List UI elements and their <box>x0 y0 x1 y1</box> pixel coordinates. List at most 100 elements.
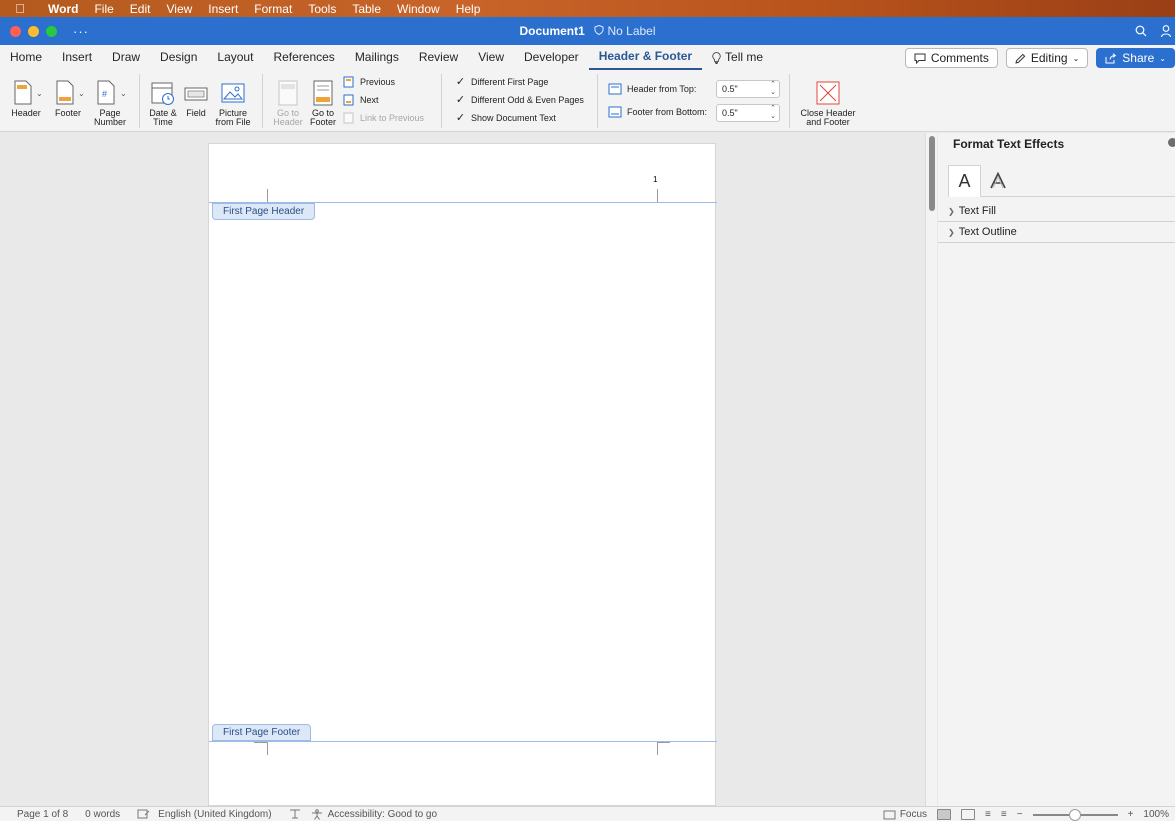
link-to-previous-button[interactable]: Link to Previous <box>343 112 424 124</box>
ribbon-header-footer: ⌄ Header ⌄ Footer # ⌄ Page Number Date & … <box>0 70 1175 132</box>
menu-table[interactable]: Table <box>344 2 389 16</box>
outline-view-icon[interactable]: ≡ <box>985 809 991 820</box>
focus-button[interactable]: Focus <box>883 809 927 820</box>
svg-text:#: # <box>102 89 107 99</box>
menu-window[interactable]: Window <box>389 2 448 16</box>
sensitivity-label[interactable]: No Label <box>594 24 656 38</box>
zoom-slider[interactable] <box>1032 808 1118 821</box>
date-time-button[interactable]: Date & Time <box>145 76 181 127</box>
comments-label: Comments <box>930 51 989 65</box>
menu-insert[interactable]: Insert <box>200 2 246 16</box>
tab-mailings[interactable]: Mailings <box>345 45 409 70</box>
close-header-footer-button[interactable]: Close Header and Footer <box>795 76 861 127</box>
footer-label: Footer <box>54 108 81 118</box>
go-to-header-button[interactable]: Go to Header <box>270 76 306 127</box>
minimize-window-button[interactable] <box>28 25 39 37</box>
menu-file[interactable]: File <box>86 2 121 16</box>
tell-me-search[interactable]: Tell me <box>702 45 773 70</box>
chevron-down-icon: ⌄ <box>1072 53 1080 63</box>
menu-format[interactable]: Format <box>246 2 300 16</box>
draft-view-icon[interactable]: ≡ <box>1001 809 1007 820</box>
text-outline-section[interactable]: ❯ Text Outline <box>938 222 1175 243</box>
tab-layout[interactable]: Layout <box>207 45 263 70</box>
tab-references[interactable]: References <box>263 45 344 70</box>
track-changes-icon[interactable] <box>272 809 301 819</box>
web-layout-view-button[interactable] <box>961 809 976 820</box>
crop-mark <box>254 742 267 743</box>
editing-mode-button[interactable]: Editing ⌄ <box>1005 48 1089 68</box>
document-name: Document1 <box>519 24 585 38</box>
footer-button[interactable]: ⌄ Footer <box>50 76 86 118</box>
apple-icon[interactable]:  <box>0 1 40 16</box>
search-icon[interactable] <box>1135 25 1147 37</box>
footer-from-bottom-input[interactable]: 0.5" ⌃ ⌄ <box>716 104 780 122</box>
field-icon <box>183 76 209 106</box>
menu-edit[interactable]: Edit <box>122 2 159 16</box>
zoom-in-button[interactable]: + <box>1128 809 1134 820</box>
tab-draw[interactable]: Draw <box>102 45 150 70</box>
page-number-button[interactable]: # ⌄ Page Number <box>90 76 130 127</box>
footer-from-bottom-row: Footer from Bottom: <box>608 106 707 118</box>
tab-review[interactable]: Review <box>409 45 468 70</box>
document-page[interactable]: 1 First Page Header First Page Footer <box>208 143 717 806</box>
zoom-out-button[interactable]: − <box>1017 809 1023 820</box>
proofing-icon[interactable] <box>120 809 150 819</box>
stepper-arrows-icon[interactable]: ⌃ ⌄ <box>770 81 776 97</box>
share-button[interactable]: Share ⌄ <box>1096 48 1175 68</box>
zoom-level[interactable]: 100% <box>1143 809 1169 820</box>
first-page-footer-tag: First Page Footer <box>212 724 312 741</box>
page-count[interactable]: Page 1 of 8 <box>0 809 68 820</box>
next-label: Next <box>360 95 379 105</box>
more-options-icon[interactable]: ··· <box>73 24 89 39</box>
text-fill-outline-tab[interactable]: A <box>948 165 981 197</box>
word-count[interactable]: 0 words <box>68 809 120 820</box>
stepper-arrows-icon[interactable]: ⌃ ⌄ <box>770 105 776 121</box>
next-button[interactable]: Next <box>343 94 379 106</box>
tab-view[interactable]: View <box>468 45 514 70</box>
pane-tabs: A <box>948 165 1175 197</box>
menu-view[interactable]: View <box>158 2 200 16</box>
accessibility-label: Accessibility: Good to go <box>327 808 438 820</box>
tab-design[interactable]: Design <box>150 45 207 70</box>
field-button[interactable]: Field <box>182 76 210 118</box>
previous-button[interactable]: Previous <box>343 76 395 88</box>
tab-home[interactable]: Home <box>0 45 52 70</box>
tab-header-footer[interactable]: Header & Footer <box>588 45 703 70</box>
next-section-icon <box>343 94 354 106</box>
show-document-text-checkbox[interactable]: ✓ Show Document Text <box>455 112 556 124</box>
tab-developer[interactable]: Developer <box>514 45 589 70</box>
header-button[interactable]: ⌄ Header <box>8 76 44 118</box>
footer-from-bottom-value: 0.5" <box>722 108 738 118</box>
different-odd-even-checkbox[interactable]: ✓ Different Odd & Even Pages <box>455 94 584 106</box>
date-time-label-2: Time <box>153 117 173 127</box>
zoom-slider-knob[interactable] <box>1068 808 1081 821</box>
text-fill-section[interactable]: ❯ Text Fill <box>938 201 1175 222</box>
header-from-top-input[interactable]: 0.5" ⌃ ⌄ <box>716 80 780 98</box>
account-icon[interactable] <box>1161 25 1171 37</box>
menu-tools[interactable]: Tools <box>300 2 344 16</box>
picture-from-file-button[interactable]: Picture from File <box>212 76 254 127</box>
focus-label: Focus <box>899 809 928 820</box>
zoom-window-button[interactable] <box>46 25 57 37</box>
scrollbar-thumb[interactable] <box>929 136 935 211</box>
menu-help[interactable]: Help <box>448 2 489 16</box>
tab-insert[interactable]: Insert <box>52 45 102 70</box>
menu-app-word[interactable]: Word <box>40 2 86 16</box>
language-status[interactable]: English (United Kingdom) <box>150 809 271 820</box>
different-first-page-checkbox[interactable]: ✓ Different First Page <box>455 76 548 88</box>
go-to-footer-button[interactable]: Go to Footer <box>306 76 340 127</box>
status-bar: Page 1 of 8 0 words English (United King… <box>0 806 1175 821</box>
close-pane-icon[interactable] <box>1168 138 1175 147</box>
previous-section-icon <box>343 76 354 88</box>
close-window-button[interactable] <box>10 25 21 37</box>
text-effects-tab[interactable] <box>981 165 1014 197</box>
accessibility-status[interactable]: Accessibility: Good to go <box>301 808 438 820</box>
print-layout-view-button[interactable] <box>937 809 952 820</box>
header-from-top-row: Header from Top: <box>608 83 696 95</box>
crop-mark <box>267 742 268 755</box>
mac-menubar:  Word File Edit View Insert Format Tool… <box>0 0 1175 17</box>
vertical-scrollbar[interactable] <box>925 133 937 806</box>
picture-icon <box>219 76 247 106</box>
chevron-down-icon: ⌄ <box>1159 53 1166 63</box>
comments-button[interactable]: Comments <box>904 48 998 68</box>
